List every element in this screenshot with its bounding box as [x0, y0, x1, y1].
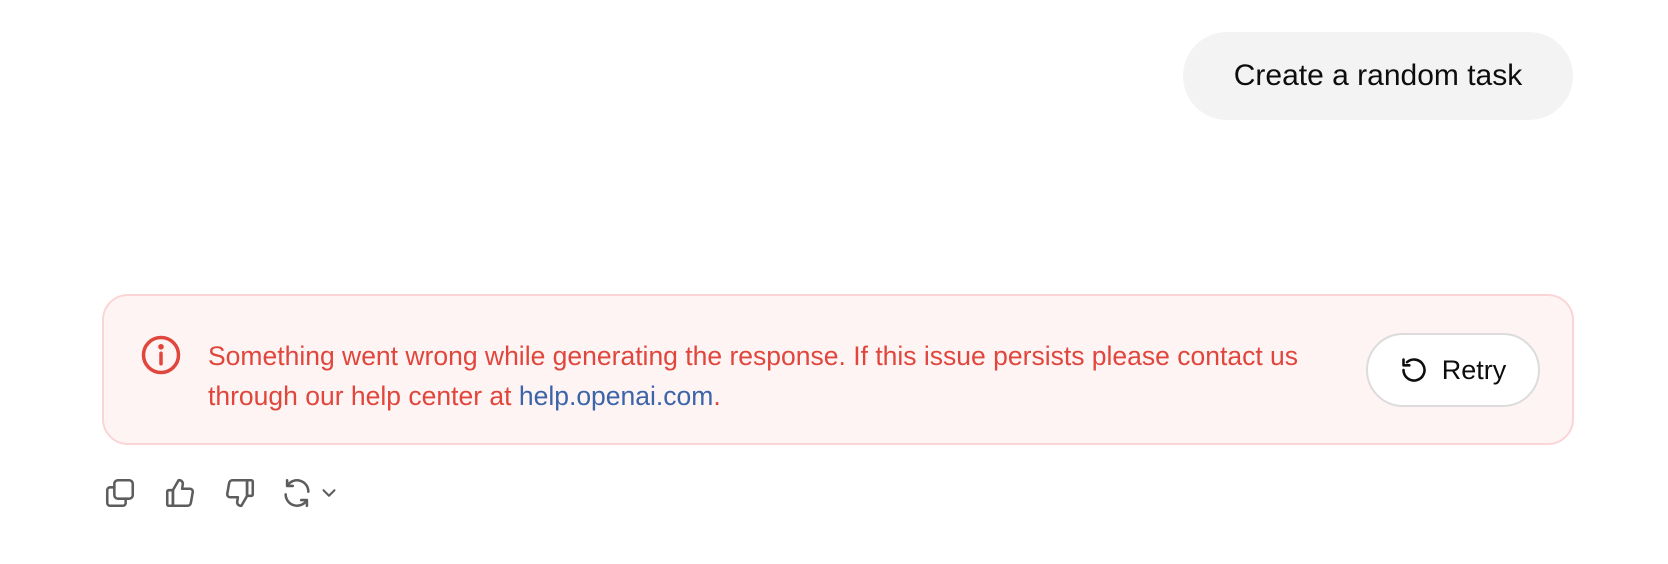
message-actions-toolbar [100, 473, 340, 513]
error-panel: Something went wrong while generating th… [102, 294, 1574, 445]
user-message-text: Create a random task [1233, 59, 1523, 92]
help-center-link[interactable]: help.openai.com [519, 381, 713, 411]
rotate-ccw-icon [1401, 358, 1426, 382]
copy-button[interactable] [100, 473, 140, 513]
thumbs-up-button[interactable] [160, 473, 200, 513]
thumbs-down-icon [225, 478, 255, 508]
retry-label: Retry [1441, 354, 1507, 385]
copy-icon [105, 478, 135, 508]
retry-button[interactable]: Retry [1366, 333, 1540, 407]
error-message-trailing: . [713, 381, 721, 411]
user-message-bubble: Create a random task [1183, 32, 1573, 120]
thumbs-up-icon [165, 478, 195, 508]
thumbs-down-button[interactable] [220, 473, 260, 513]
chevron-down-icon [322, 489, 336, 497]
chat-page: Create a random task Something went wron… [0, 0, 1668, 564]
error-message: Something went wrong while generating th… [208, 336, 1358, 416]
error-message-text: Something went wrong while generating th… [208, 341, 1299, 411]
info-circle-icon [141, 335, 181, 375]
refresh-icon [284, 478, 310, 508]
regenerate-button[interactable] [280, 476, 340, 510]
